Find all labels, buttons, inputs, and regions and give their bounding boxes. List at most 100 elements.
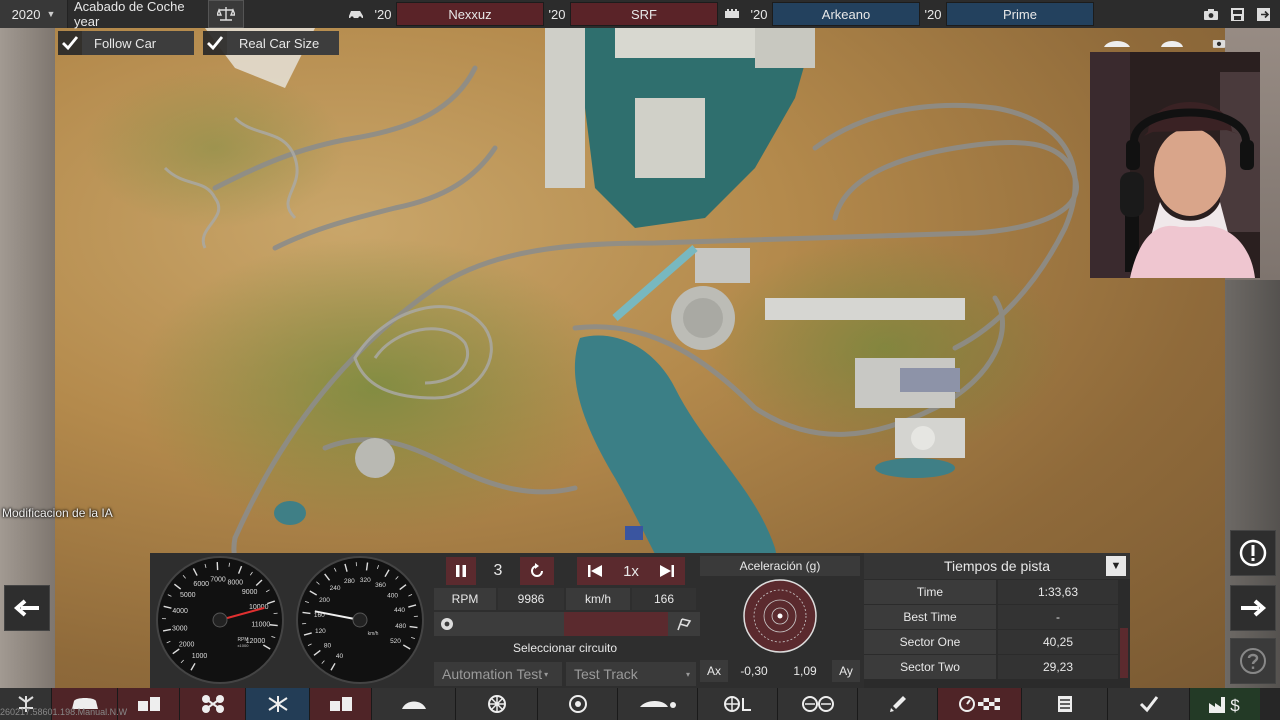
exit-icon[interactable]: [1252, 3, 1274, 25]
gauge-tick-label: 520: [390, 638, 401, 645]
tool-summary[interactable]: [1022, 688, 1108, 720]
year-selector[interactable]: 2020 ▼: [0, 0, 68, 28]
help-button[interactable]: [1230, 638, 1276, 684]
rpm-value: 9986: [498, 588, 564, 610]
tool-aero[interactable]: [618, 688, 698, 720]
lap-progress-bar[interactable]: [434, 612, 700, 636]
camera-icon[interactable]: [1212, 37, 1226, 49]
gauge-tick-label: 11000: [251, 621, 270, 628]
gauge-tick-label: 1000: [192, 653, 208, 660]
gauge-tick-label: 7000: [210, 577, 226, 584]
tool-chassis[interactable]: [180, 688, 246, 720]
save-icon[interactable]: [1226, 3, 1248, 25]
lap-time-label: Sector Two: [864, 655, 996, 679]
acceleration-title: Aceleración (g): [700, 556, 860, 576]
ai-modification-label[interactable]: Modificacion de la IA: [2, 506, 113, 520]
follow-car-option[interactable]: Follow Car: [58, 31, 194, 55]
lap-time-label: Time: [864, 580, 996, 604]
stopwatch-flag-icon: [958, 696, 1000, 712]
playback-speed[interactable]: 1x: [613, 557, 649, 585]
gear-icon[interactable]: [440, 617, 454, 631]
rival-srf[interactable]: SRF: [570, 2, 718, 26]
gauge-tick-label: 320: [360, 577, 371, 584]
tool-engine[interactable]: [246, 688, 310, 720]
follow-car-label: Follow Car: [82, 31, 194, 55]
svg-text:$: $: [1230, 696, 1240, 715]
caret-down-icon: ▾: [685, 669, 690, 679]
gauge-tick-label: 480: [395, 623, 406, 630]
tool-tuning[interactable]: [778, 688, 858, 720]
trim-icon: [137, 697, 160, 711]
track-select[interactable]: Test Track ▾: [566, 662, 696, 686]
tool-fixtures[interactable]: [858, 688, 938, 720]
real-car-size-label: Real Car Size: [227, 31, 339, 55]
gauge-tick-label: 200: [319, 597, 330, 604]
tool-interior[interactable]: [698, 688, 778, 720]
g-force-circle: [743, 579, 817, 653]
streamer-webcam: [1090, 52, 1260, 278]
tool-drivetrain[interactable]: [310, 688, 372, 720]
tool-suspension[interactable]: [372, 688, 456, 720]
warning-button[interactable]: [1230, 530, 1276, 576]
flag-icon[interactable]: [676, 617, 692, 631]
sheet-icon: [1057, 696, 1072, 712]
camera-icon[interactable]: [1200, 3, 1222, 25]
ay-label: Ay: [832, 660, 860, 682]
car-category-icon: [342, 0, 370, 28]
svg-text:x1000: x1000: [238, 643, 250, 648]
select-circuit-label[interactable]: Seleccionar circuito: [434, 637, 696, 659]
lap-times-panel: Tiempos de pista ▼ Time 1:33,63 Best Tim…: [864, 553, 1130, 688]
car-top-icon[interactable]: [1157, 37, 1187, 49]
pause-icon: [456, 565, 466, 577]
gauge-tick-label: 40: [336, 653, 344, 660]
tool-finish[interactable]: [1108, 688, 1190, 720]
check-icon[interactable]: [203, 31, 227, 55]
ax-value: -0,30: [740, 664, 768, 678]
gauge-tick: [269, 624, 278, 627]
top-bar: 2020 ▼ Acabado de Coche year '20 Nexxuz …: [0, 0, 1280, 29]
previous-button[interactable]: [4, 585, 50, 631]
gauge-tick-label: 6000: [193, 581, 209, 588]
gauge-tick-label: 360: [375, 582, 386, 589]
chassis-icon: [201, 695, 224, 713]
rival2-year: '20: [548, 6, 566, 22]
rival4-year: '20: [924, 6, 942, 22]
gauge-tick-label: 400: [387, 593, 398, 600]
car-view-icon[interactable]: [1102, 37, 1132, 49]
caret-down-icon: ▼: [46, 9, 56, 19]
fast-forward-button[interactable]: [649, 557, 685, 585]
lap-time-value: -: [998, 605, 1118, 629]
rewind-button[interactable]: [577, 557, 613, 585]
lap-time-row: Sector Two 29,23: [864, 655, 1130, 679]
rival-prime[interactable]: Prime: [946, 2, 1094, 26]
scrollbar[interactable]: [1120, 628, 1128, 678]
dropdown-triangle-icon[interactable]: ▼: [1106, 556, 1126, 576]
lap-times-title: Tiempos de pista: [943, 558, 1051, 574]
ax-label: Ax: [700, 660, 728, 682]
tuning-icon: [801, 696, 834, 712]
lap-time-label: Best Time: [864, 605, 996, 629]
tool-wheels[interactable]: [456, 688, 538, 720]
balance-scale-button[interactable]: [208, 0, 244, 28]
pause-button[interactable]: [446, 557, 476, 585]
gauge-tick-label: 4000: [172, 608, 188, 615]
rewind-icon: [588, 565, 602, 577]
tool-market[interactable]: $: [1190, 688, 1260, 720]
gauge-tick-label: 240: [330, 585, 341, 592]
tool-brakes[interactable]: [538, 688, 618, 720]
wheel-icon: [487, 695, 506, 713]
lap-time-value: 40,25: [998, 630, 1118, 654]
rival-nexxuz[interactable]: Nexxuz: [396, 2, 544, 26]
restart-button[interactable]: [520, 557, 554, 585]
gauge-tick-label: 80: [324, 642, 332, 649]
build-version: 260217.58601.198.Manual.N.W: [0, 707, 128, 717]
check-icon[interactable]: [58, 31, 82, 55]
rival3-year: '20: [750, 6, 768, 22]
next-button[interactable]: [1230, 585, 1276, 631]
track-group-select[interactable]: Automation Test ▾: [434, 662, 562, 686]
tool-trim[interactable]: [118, 688, 180, 720]
real-car-size-option[interactable]: Real Car Size: [203, 31, 339, 55]
rival-arkeano[interactable]: Arkeano: [772, 2, 920, 26]
tool-testing[interactable]: [938, 688, 1022, 720]
balance-scale-icon: [217, 7, 235, 21]
